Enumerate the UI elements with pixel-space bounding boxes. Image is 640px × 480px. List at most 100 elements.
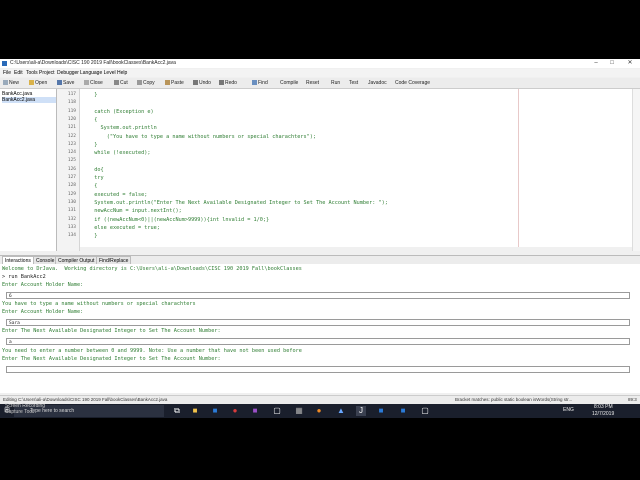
opera-icon[interactable]: ●	[230, 406, 240, 416]
task-view-icon[interactable]: ⧉	[172, 406, 182, 416]
line-number: 117	[67, 92, 76, 97]
minimize-button[interactable]: –	[588, 59, 604, 68]
folder-icon	[29, 80, 34, 86]
cut-button[interactable]: Cut	[114, 78, 128, 88]
code-line: catch (Exception e)	[88, 108, 154, 115]
menu-file[interactable]: File	[3, 69, 11, 77]
onenote-icon[interactable]: ■	[250, 406, 260, 416]
code-editor[interactable]: } catch (Exception e) { System.out.print…	[80, 89, 632, 251]
code-line: {	[88, 183, 98, 190]
find-button[interactable]: Find	[252, 78, 268, 88]
line-number: 118	[67, 100, 76, 106]
code-line: executed = false;	[88, 191, 148, 198]
code-line: System.out.println	[88, 125, 157, 132]
menu-tools[interactable]: Tools	[26, 69, 38, 77]
window-icon[interactable]: ▢	[420, 406, 430, 416]
test-button[interactable]: Test	[349, 78, 358, 88]
editor-horizontal-scrollbar[interactable]	[80, 247, 632, 251]
recording-overlay-text: Screen Recording Capture Tool	[5, 403, 46, 415]
drjava-taskbar-icon[interactable]: J	[356, 406, 366, 416]
line-number: 131	[67, 208, 76, 214]
line-number: 125	[67, 158, 76, 164]
reset-button[interactable]: Reset	[306, 78, 319, 88]
maximize-button[interactable]: □	[604, 59, 620, 68]
undo-button[interactable]: Undo	[193, 78, 211, 88]
windows-taskbar: ⊞ Type here to search ⧉ ■ ■ ● ■ ▢ ▦ ● ▲ …	[0, 404, 640, 418]
code-line: System.out.println("Enter The Next Avail…	[88, 199, 388, 206]
menu-help[interactable]: Help	[117, 69, 127, 77]
line-number: 132	[67, 216, 76, 222]
line-number-gutter: 117 118 119 120 121 122 123 124 125 126 …	[57, 89, 80, 251]
code-line: do{	[88, 166, 104, 173]
tray-date[interactable]: 12/7/2019	[592, 411, 614, 418]
compile-button[interactable]: Compile	[280, 78, 298, 88]
window-title: C:\Users\ali-a\Downloads\CISC 190 2019 F…	[10, 60, 176, 66]
menu-edit[interactable]: Edit	[14, 69, 23, 77]
editor-vertical-scrollbar[interactable]	[632, 89, 640, 251]
copy-button[interactable]: Copy	[137, 78, 155, 88]
console-input-box[interactable]: 6	[6, 292, 630, 299]
redo-icon	[219, 80, 224, 86]
code-line: newAccNum = input.nextInt();	[88, 208, 182, 215]
line-number: 126	[67, 166, 76, 172]
console-run-command: > run BankAcc2	[2, 274, 46, 280]
word-icon[interactable]: ■	[376, 406, 386, 416]
tab-console[interactable]: Console	[33, 256, 58, 264]
javadoc-button[interactable]: Javadoc	[368, 78, 387, 88]
open-button[interactable]: Open	[29, 78, 47, 88]
paste-icon	[165, 80, 170, 86]
tab-find-replace[interactable]: Find/Replace	[96, 256, 132, 264]
file-item-bankacc2[interactable]: BankAcc2.java	[2, 97, 56, 103]
app-icon[interactable]: ▲	[336, 406, 346, 416]
menu-project[interactable]: Project	[39, 69, 55, 77]
code-line: else executed = true;	[88, 224, 160, 231]
line-number: 127	[67, 175, 76, 180]
code-line: while (!executed);	[88, 150, 151, 157]
desktop-screen: C:\Users\ali-a\Downloads\CISC 190 2019 F…	[0, 0, 640, 480]
tab-interactions[interactable]: Interactions	[2, 256, 34, 264]
line-number: 128	[67, 183, 76, 189]
console-input-box[interactable]: a	[6, 338, 630, 345]
interactions-pane[interactable]: Welcome to DrJava. Working directory is …	[0, 264, 640, 393]
status-cursor-position: 89:3	[628, 397, 637, 402]
calculator-icon[interactable]: ▦	[294, 406, 304, 416]
close-button[interactable]: Close	[84, 78, 103, 88]
mail-icon[interactable]: ■	[398, 406, 408, 416]
new-button[interactable]: New	[3, 78, 19, 88]
code-line: if ((newAccNum<0)||(newAccNum>9999)){int…	[88, 216, 270, 223]
menu-bar: File Edit Tools Project Debugger Languag…	[0, 69, 640, 77]
status-bracket-match: Bracket matches: public static boolean i…	[455, 397, 573, 402]
console-active-input-box[interactable]	[6, 366, 630, 373]
line-number: 123	[67, 141, 76, 147]
line-number: 122	[67, 133, 76, 139]
code-line: }	[88, 141, 98, 148]
tray-language[interactable]: ENG	[563, 407, 574, 414]
code-line: }	[88, 233, 98, 240]
run-button[interactable]: Run	[331, 78, 340, 88]
save-button[interactable]: Save	[57, 78, 74, 88]
close-window-button[interactable]: ✕	[622, 59, 638, 68]
paste-button[interactable]: Paste	[165, 78, 184, 88]
console-welcome: Welcome to DrJava. Working directory is …	[2, 266, 302, 272]
console-prompt: Enter Account Holder Name:	[2, 282, 84, 288]
code-line: }	[88, 92, 98, 98]
magnifier-icon	[252, 80, 257, 86]
tray-time[interactable]: 8:03 PM	[594, 404, 613, 411]
title-bar: C:\Users\ali-a\Downloads\CISC 190 2019 F…	[0, 59, 640, 68]
console-prompt: Enter Account Holder Name:	[2, 309, 84, 315]
menu-debugger[interactable]: Debugger	[57, 69, 79, 77]
sticky-app-icon[interactable]: ▢	[272, 406, 282, 416]
file-explorer-icon[interactable]: ■	[190, 406, 200, 416]
console-input-box[interactable]: Sara	[6, 319, 630, 326]
redo-button[interactable]: Redo	[219, 78, 237, 88]
outlook-icon[interactable]: ■	[210, 406, 220, 416]
line-number: 134	[67, 233, 76, 239]
drjava-window: C:\Users\ali-a\Downloads\CISC 190 2019 F…	[0, 59, 640, 404]
menu-language-level[interactable]: Language Level	[80, 69, 116, 77]
firefox-icon[interactable]: ●	[314, 406, 324, 416]
undo-icon	[193, 80, 198, 86]
code-line: ("You have to type a name without number…	[88, 133, 316, 140]
console-prompt: Enter The Next Available Designated Inte…	[2, 328, 221, 334]
tab-compiler-output[interactable]: Compiler Output	[55, 256, 98, 264]
code-coverage-button[interactable]: Code Coverage	[395, 78, 430, 88]
